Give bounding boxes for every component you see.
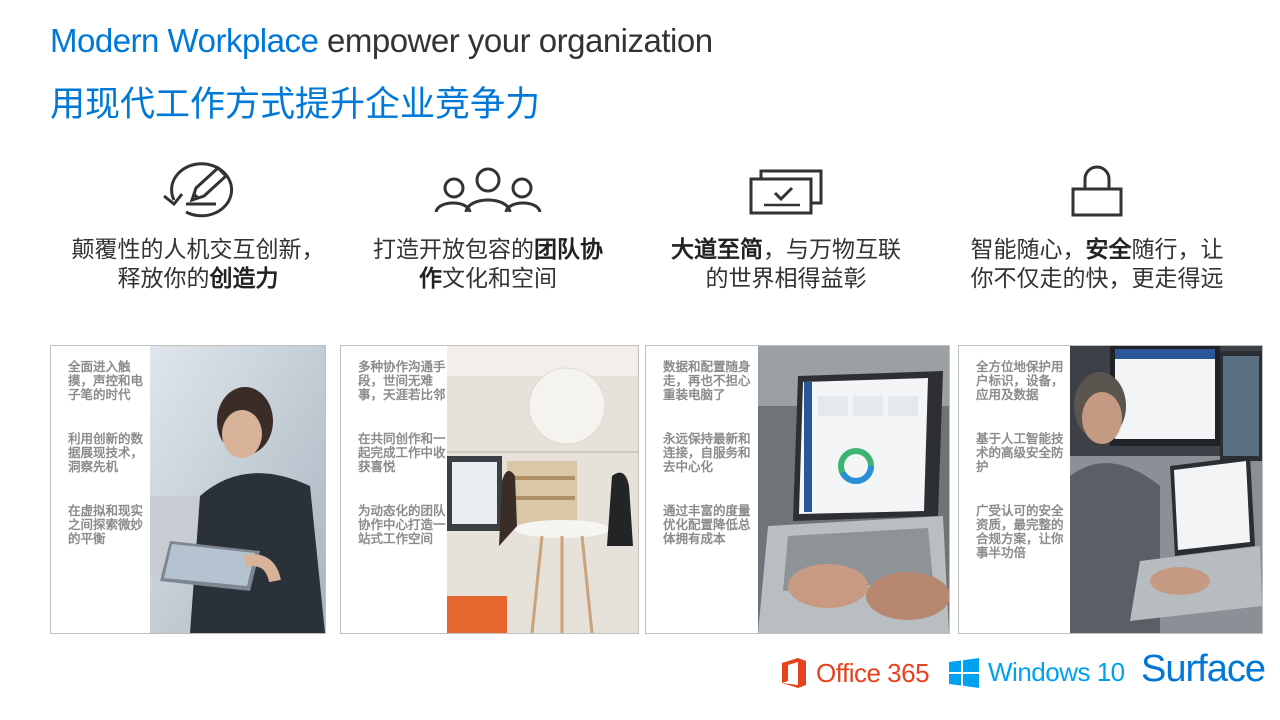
office-logo-text: Office 365 bbox=[816, 657, 930, 688]
feature-line: 智能随心，安全随行，让 bbox=[970, 237, 1224, 263]
card-bullet: 全面进入触摸，声控和电子笔的时代 bbox=[68, 359, 144, 402]
page-title: Modern Workplace empower your organizati… bbox=[50, 22, 713, 60]
card-bullet: 数据和配置随身走，再也不担心重装电脑了 bbox=[663, 359, 751, 402]
card-bullet: 在共同创作和一起完成工作中收获喜悦 bbox=[358, 431, 446, 474]
feature-line: 作文化和空间 bbox=[419, 266, 557, 292]
surface-logo: Surface bbox=[1141, 648, 1266, 690]
title-accent: Modern Workplace bbox=[50, 22, 319, 59]
windows-10-logo: Windows 10 bbox=[949, 657, 1125, 688]
laptop-dashboard-photo bbox=[758, 346, 949, 633]
card-bullet: 为动态化的团队协作中心打造一站式工作空间 bbox=[358, 503, 446, 546]
windows-logo-text: Windows 10 bbox=[988, 657, 1125, 687]
office-icon bbox=[782, 658, 806, 688]
feature-text: 大道至简，与万物互联 的世界相得益彰 bbox=[636, 236, 936, 294]
feature-text: 智能随心，安全随行，让 你不仅走的快，更走得远 bbox=[947, 236, 1247, 294]
card-bullet: 利用创新的数据展现技术，洞察先机 bbox=[68, 431, 144, 474]
page-subtitle: 用现代工作方式提升企业竞争力 bbox=[50, 85, 541, 125]
card-bullets: 多种协作沟通手段，世间无难事，天涯若比邻 在共同创作和一起完成工作中收获喜悦 为… bbox=[341, 346, 447, 633]
touch-pen-icon bbox=[48, 160, 348, 222]
feature-line: 大道至简，与万物互联 bbox=[671, 237, 901, 263]
feature-line: 颠覆性的人机交互创新， bbox=[71, 237, 325, 263]
woman-with-surface-photo bbox=[150, 346, 325, 633]
feature-simplicity: 大道至简，与万物互联 的世界相得益彰 bbox=[636, 160, 936, 294]
office-365-logo: Office 365 bbox=[780, 657, 930, 689]
card-teamwork: 多种协作沟通手段，世间无难事，天涯若比邻 在共同创作和一起完成工作中收获喜悦 为… bbox=[340, 345, 639, 634]
card-bullet: 广受认可的安全资质，最完整的合规方案，让你事半功倍 bbox=[976, 503, 1064, 560]
card-bullet: 永远保持最新和连接，自服务和去中心化 bbox=[663, 431, 751, 474]
lock-icon bbox=[947, 160, 1247, 222]
card-simplicity: 数据和配置随身走，再也不担心重装电脑了 永远保持最新和连接，自服务和去中心化 通… bbox=[645, 345, 950, 634]
man-with-laptop-photo bbox=[1070, 346, 1262, 633]
connected-devices-icon bbox=[636, 160, 936, 222]
title-rest: empower your organization bbox=[318, 22, 713, 59]
feature-teamwork: 打造开放包容的团队协 作文化和空间 bbox=[338, 160, 638, 294]
card-bullet: 通过丰富的度量优化配置降低总体拥有成本 bbox=[663, 503, 751, 546]
feature-line: 你不仅走的快，更走得远 bbox=[970, 266, 1224, 292]
feature-text: 打造开放包容的团队协 作文化和空间 bbox=[338, 236, 638, 294]
team-icon bbox=[338, 160, 638, 222]
card-bullet: 基于人工智能技术的高级安全防护 bbox=[976, 431, 1064, 474]
feature-line: 打造开放包容的团队协 bbox=[373, 237, 603, 263]
office-meeting-photo bbox=[447, 346, 638, 633]
feature-line: 的世界相得益彰 bbox=[705, 266, 867, 292]
card-bullets: 数据和配置随身走，再也不担心重装电脑了 永远保持最新和连接，自服务和去中心化 通… bbox=[646, 346, 758, 633]
feature-security: 智能随心，安全随行，让 你不仅走的快，更走得远 bbox=[947, 160, 1247, 294]
windows-icon bbox=[949, 657, 979, 688]
feature-creativity: 颠覆性的人机交互创新， 释放你的创造力 bbox=[48, 160, 348, 294]
card-bullet: 多种协作沟通手段，世间无难事，天涯若比邻 bbox=[358, 359, 446, 402]
card-security: 全方位地保护用户标识，设备，应用及数据 基于人工智能技术的高级安全防护 广受认可… bbox=[958, 345, 1263, 634]
card-bullets: 全方位地保护用户标识，设备，应用及数据 基于人工智能技术的高级安全防护 广受认可… bbox=[959, 346, 1070, 633]
card-creativity: 全面进入触摸，声控和电子笔的时代 利用创新的数据展现技术，洞察先机 在虚拟和现实… bbox=[50, 345, 326, 634]
card-bullet: 在虚拟和现实之间探索微妙的平衡 bbox=[68, 503, 144, 546]
feature-line: 释放你的创造力 bbox=[117, 266, 279, 292]
card-bullet: 全方位地保护用户标识，设备，应用及数据 bbox=[976, 359, 1064, 402]
card-bullets: 全面进入触摸，声控和电子笔的时代 利用创新的数据展现技术，洞察先机 在虚拟和现实… bbox=[51, 346, 149, 633]
feature-text: 颠覆性的人机交互创新， 释放你的创造力 bbox=[48, 236, 348, 294]
